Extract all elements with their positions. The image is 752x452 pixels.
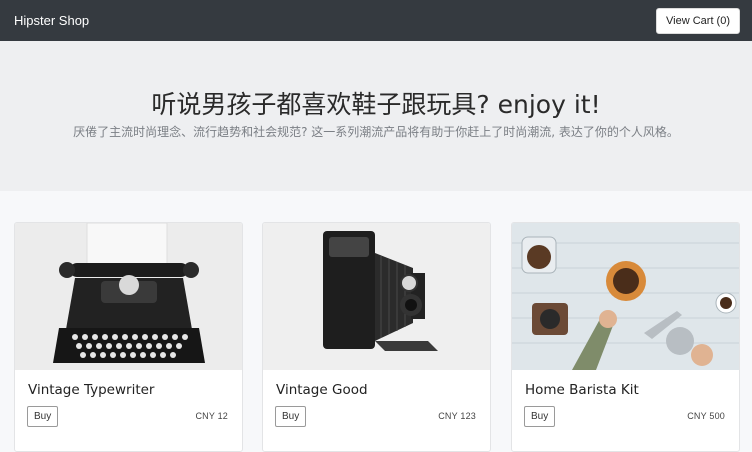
typewriter-photo[interactable] — [15, 223, 242, 370]
product-price: CNY 500 — [687, 411, 725, 421]
buy-button[interactable]: Buy — [275, 406, 307, 427]
buy-button[interactable]: Buy — [27, 406, 59, 427]
product-price: CNY 123 — [438, 411, 476, 421]
hero-subtitle: 厌倦了主流时尚理念、流行趋势和社会规范? 这一系列潮流产品将有助于你赶上了时尚潮… — [73, 125, 679, 139]
coffee-kit-photo[interactable] — [512, 223, 739, 370]
camera-photo[interactable] — [263, 223, 490, 370]
view-cart-button[interactable]: View Cart (0) — [656, 7, 740, 34]
product-name[interactable]: Home Barista Kit — [525, 382, 639, 398]
product-name[interactable]: Vintage Good — [276, 382, 368, 398]
product-price: CNY 12 — [195, 411, 228, 421]
hero-title: 听说男孩子都喜欢鞋子跟玩具? enjoy it! — [151, 90, 601, 119]
hero-banner: 听说男孩子都喜欢鞋子跟玩具? enjoy it! 厌倦了主流时尚理念、流行趋势和… — [0, 41, 752, 191]
product-name[interactable]: Vintage Typewriter — [28, 382, 154, 398]
brand-link[interactable]: Hipster Shop — [14, 13, 89, 28]
buy-button[interactable]: Buy — [524, 406, 556, 427]
product-card: Vintage Typewriter Buy CNY 12 — [14, 222, 243, 452]
product-card: Home Barista Kit Buy CNY 500 — [511, 222, 740, 452]
product-grid: Vintage Typewriter Buy CNY 12 Vintage Go… — [0, 191, 752, 452]
product-card: Vintage Good Buy CNY 123 — [262, 222, 491, 452]
top-navbar: Hipster Shop View Cart (0) — [0, 0, 752, 41]
